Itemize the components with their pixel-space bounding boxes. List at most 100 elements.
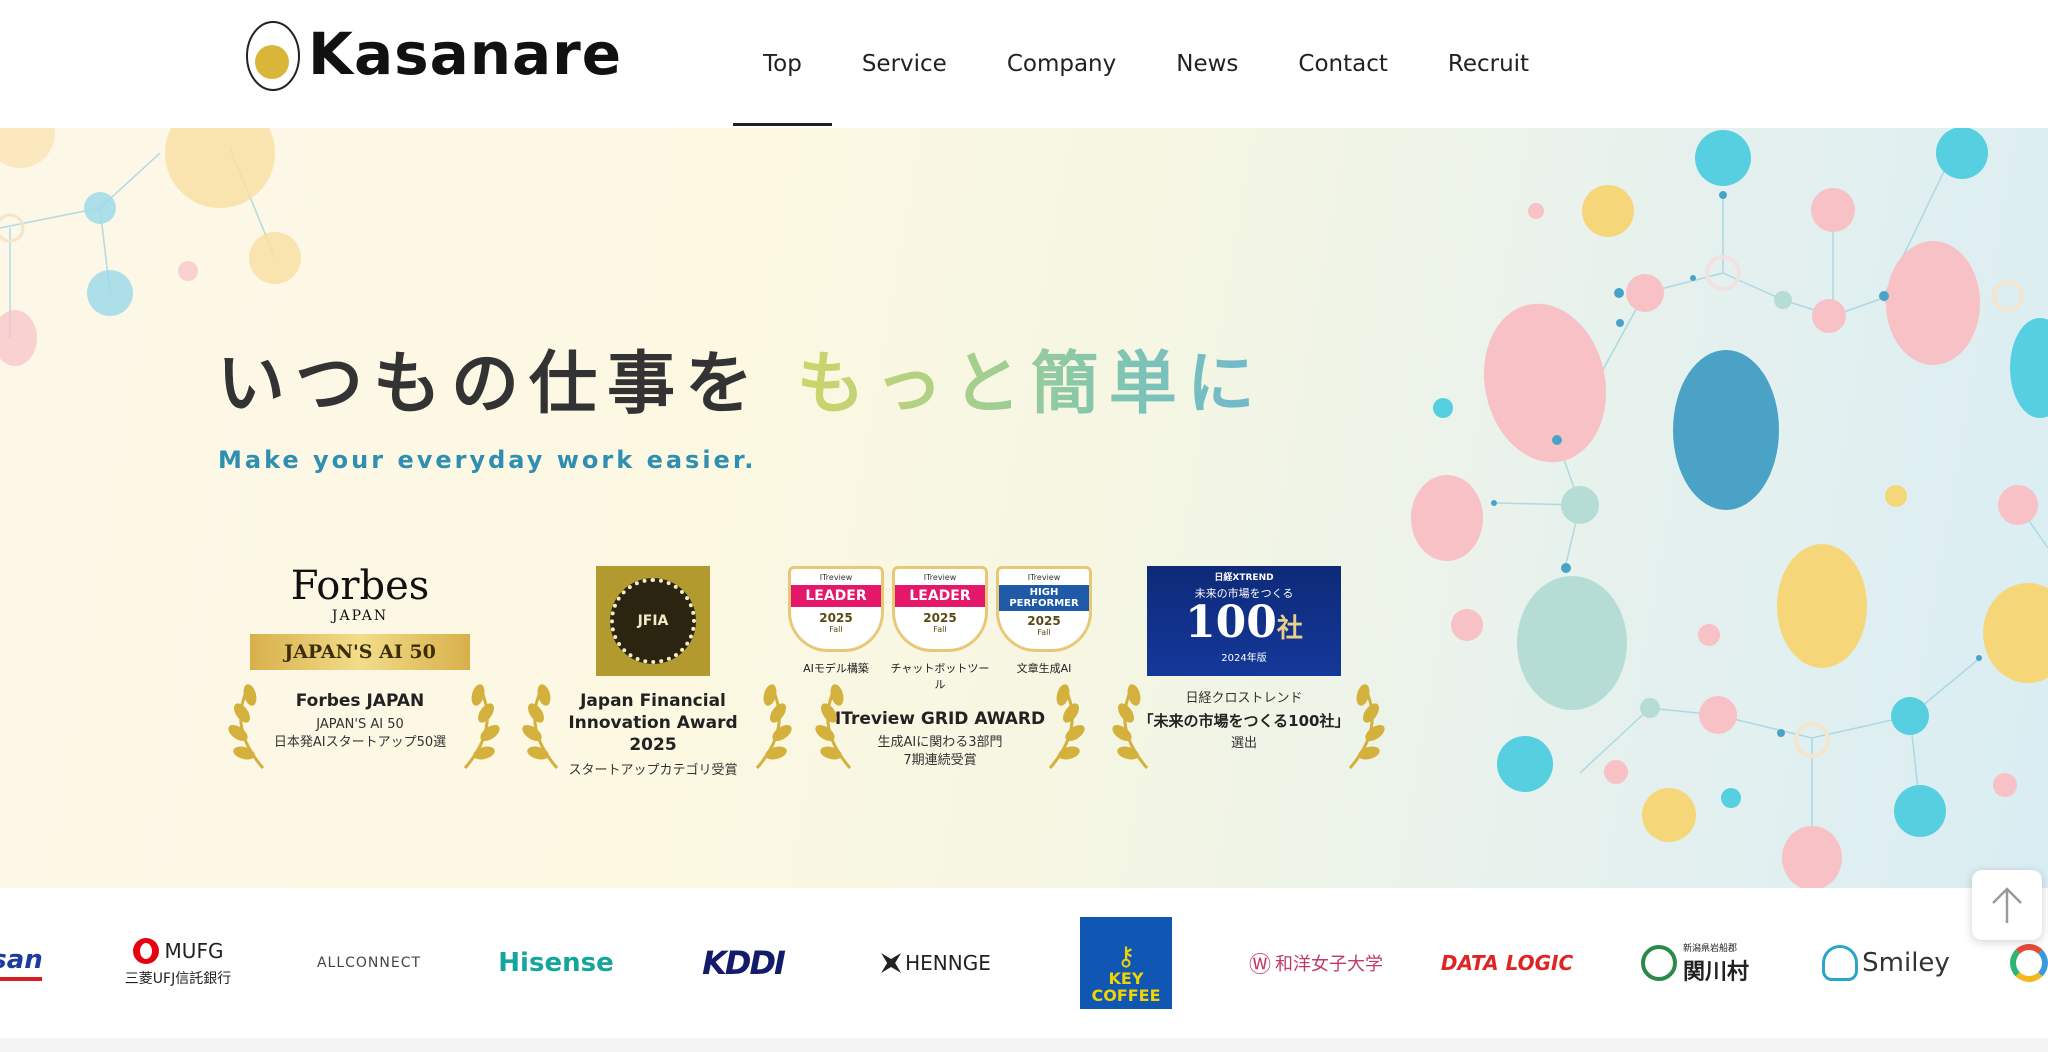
laurel-icon: [1348, 684, 1385, 769]
jfia-text: JFIA: [637, 613, 669, 629]
nav-item-contact[interactable]: Contact: [1268, 0, 1417, 128]
client-logo-allconnect: ALLCONNECT: [310, 888, 428, 1038]
itreview-badge-leader-2: ITreview LEADER 2025 Fall チャットボットツール: [890, 566, 990, 692]
itreview-badge-year: 2025: [923, 611, 957, 625]
headline-dark-text: いつもの仕事を: [217, 345, 764, 424]
nav-item-news[interactable]: News: [1146, 0, 1268, 128]
itreview-badge-shield: ITreview LEADER 2025 Fall: [788, 566, 884, 652]
client-logo-bar: [0, 977, 42, 981]
mufg-top: MUFG: [132, 938, 224, 964]
forbes-wordmark: Forbes: [290, 563, 430, 609]
key-coffee-box: ⚷ KEY COFFEE: [1080, 917, 1172, 1009]
itreview-badge-caption: AIモデル構築: [803, 662, 869, 675]
laurel-icon: [522, 684, 559, 769]
headline-gradient-text: もっと簡単に: [796, 345, 1265, 424]
itreview-badge-year: 2025: [819, 611, 853, 625]
award-jfia: JFIA Japan Financial Innovation Award 20…: [543, 566, 763, 780]
client-logo-text: MUFG: [164, 939, 224, 963]
laurel-icon: [228, 684, 265, 769]
laurel-icon: [1112, 684, 1149, 769]
arrow-up-icon: [1992, 887, 2022, 923]
client-logo-sekikawa: 新潟県岩船郡 関川村: [1636, 888, 1754, 1038]
scroll-to-top-button[interactable]: [1972, 870, 2042, 940]
client-logo-text: KEY: [1108, 968, 1144, 988]
laurel-icon: [463, 684, 500, 769]
itreview-badge-top: ITreview: [1027, 573, 1061, 582]
mufg-mark-icon: [132, 938, 159, 964]
nav-item-recruit[interactable]: Recruit: [1418, 0, 1559, 128]
wayo-mark-icon: Ⓦ: [1248, 953, 1271, 978]
jfia-badge: JFIA: [596, 566, 710, 676]
nikkei-badge-unit: 社: [1276, 614, 1303, 644]
award-sub: スタートアップカテゴリ受賞: [568, 763, 738, 779]
itreview-badge-season: Fall: [1037, 628, 1051, 637]
laurel-icon: [1048, 684, 1085, 769]
forbes-japan-text: JAPAN: [331, 608, 389, 624]
nikkei-badge-top: 日経XTREND: [1214, 573, 1274, 583]
forbes-badge: Forbes JAPAN JAPAN'S AI 50: [240, 566, 480, 670]
hero-network-illustration: [0, 128, 2048, 888]
egg-logo-icon: [246, 21, 300, 91]
mufg-mark-inner: [139, 943, 152, 959]
main-nav: Top Service Company News Contact Recruit: [733, 0, 1559, 128]
hero-subline: Make your everyday work easier.: [218, 446, 757, 474]
client-logo-smiley: Smiley: [1818, 888, 1954, 1038]
itreview-badge-row: ITreview LEADER 2025 Fall AIモデル構築 ITrevi…: [780, 566, 1100, 692]
itreview-badge-caption: チャットボットツール: [890, 662, 990, 691]
itreview-badge-season: Fall: [829, 625, 843, 634]
nav-item-label: Company: [1006, 51, 1117, 77]
brand-name: Kasanare: [308, 20, 623, 88]
smiley-mark-icon: [1822, 945, 1859, 981]
client-logo-text: 和洋女子大学: [1275, 954, 1383, 975]
nikkei-badge-number: 100: [1185, 597, 1277, 648]
nav-item-service[interactable]: Service: [832, 0, 977, 128]
laurel-icon: [815, 684, 852, 769]
client-logo-key-coffee: ⚷ KEY COFFEE: [1080, 888, 1172, 1038]
client-logo-mufg: MUFG 三菱UFJ信託銀行: [112, 888, 244, 1038]
itreview-badge-shield: ITreview LEADER 2025 Fall: [892, 566, 988, 652]
nikkei-badge: 日経XTREND 未来の市場をつくる 100社 2024年版: [1147, 566, 1341, 676]
client-logo-text: 関川村: [1682, 959, 1749, 985]
client-logo-text: KDDI: [702, 944, 786, 982]
client-logo-kddi: KDDI: [690, 888, 796, 1038]
itreview-badge-main: LEADER: [895, 585, 985, 607]
client-logo-wayo: Ⓦ 和洋女子大学: [1246, 888, 1386, 1038]
hero-section: いつもの仕事を もっと簡単に Make your everyday work e…: [0, 128, 2048, 888]
brand-logo[interactable]: Kasanare: [244, 16, 622, 92]
hero-headline: いつもの仕事を もっと簡単に: [217, 328, 1265, 427]
itreview-badge-shield: ITreview HIGH PERFORMER 2025 Fall: [996, 566, 1092, 652]
award-title: Innovation Award 2025: [568, 713, 738, 756]
award-nikkei-xtrend: 日経XTREND 未来の市場をつくる 100社 2024年版 日経クロストレンド…: [1130, 566, 1358, 753]
itreview-badge-top: ITreview: [923, 573, 957, 582]
nav-item-label: News: [1176, 51, 1239, 77]
nav-item-label: Service: [861, 51, 947, 77]
itreview-badge-year: 2025: [1027, 614, 1061, 628]
nav-item-label: Top: [763, 51, 802, 77]
client-logo-text: san: [0, 945, 42, 975]
itreview-badge-main: HIGH PERFORMER: [999, 585, 1089, 611]
nav-item-label: Contact: [1298, 51, 1388, 77]
client-logos-strip: san MUFG 三菱UFJ信託銀行 ALLCONNECT Hisense KD…: [0, 888, 2048, 1038]
client-logo-text: Smiley: [1862, 948, 1950, 978]
client-logo-text: Hisense: [498, 948, 614, 978]
sekikawa-text: 新潟県岩船郡 関川村: [1683, 941, 1749, 986]
itreview-badge-top: ITreview: [819, 573, 853, 582]
laurel-icon: [755, 684, 792, 769]
client-logo-nissan: san: [0, 888, 42, 1038]
client-logo-text: 新潟県岩船郡: [1682, 943, 1737, 954]
itreview-badge-season: Fall: [933, 625, 947, 634]
itreview-badge-high-performer: ITreview HIGH PERFORMER 2025 Fall 文章生成AI: [994, 566, 1094, 692]
sekikawa-mark-icon: [1640, 945, 1677, 981]
nav-item-label: Recruit: [1447, 51, 1530, 77]
key-icon: ⚷: [1116, 941, 1136, 972]
client-logo-text: DATA LOGIC: [1440, 951, 1574, 975]
award-title: Japan Financial: [580, 691, 726, 711]
nav-item-top[interactable]: Top: [733, 0, 832, 128]
nikkei-badge-number-row: 100社: [1147, 601, 1341, 645]
client-logo-data-logic: DATA LOGIC: [1441, 888, 1573, 1038]
nav-item-company[interactable]: Company: [977, 0, 1146, 128]
client-logo-hennge: HENNGE: [876, 888, 996, 1038]
itreview-badge-caption: 文章生成AI: [1016, 662, 1072, 675]
jfia-wreath: JFIA: [610, 578, 696, 664]
hennge-mark-icon: [881, 953, 902, 973]
